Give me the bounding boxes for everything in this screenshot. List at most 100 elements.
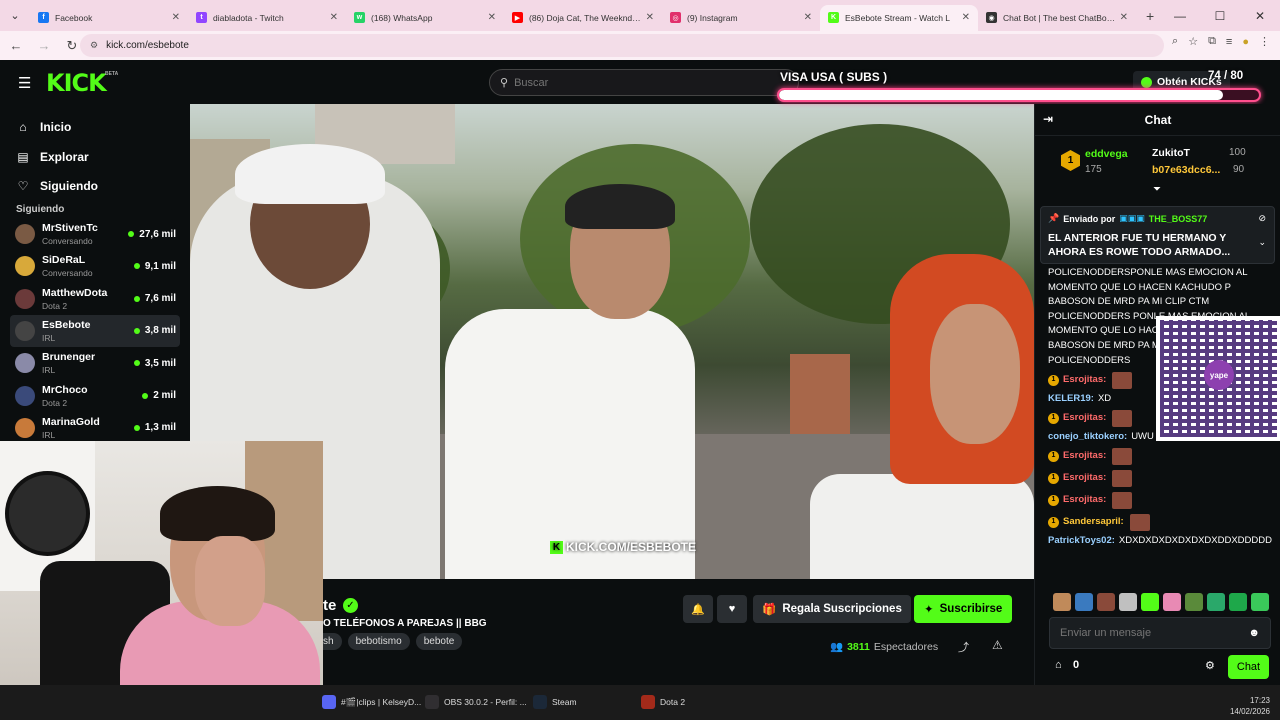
tab-close-icon[interactable]: ✕ — [330, 12, 338, 23]
followed-channel[interactable]: MrChoco Dota 2 2 mil — [10, 380, 180, 412]
followed-channel[interactable]: MrStivenTc Conversando 27,6 mil — [10, 218, 180, 250]
leader-second-name[interactable]: ZukitoT — [1152, 147, 1190, 159]
taskbar-app[interactable]: #🎬|clips | KelseyD... — [322, 695, 421, 709]
system-clock[interactable]: 17:23 14/02/2026 — [1230, 695, 1270, 717]
emote-icon[interactable] — [1119, 593, 1137, 611]
gift-subs-label: Regala Suscripciones — [782, 603, 902, 615]
store-icon[interactable]: ⌂ — [1055, 659, 1062, 671]
tab-close-icon[interactable]: ✕ — [962, 12, 970, 23]
maximize-icon[interactable]: ☐ — [1200, 9, 1240, 23]
new-tab-button[interactable]: + — [1146, 8, 1154, 24]
share-icon[interactable]: ⤴ — [958, 639, 969, 655]
taskbar-app[interactable]: OBS 30.0.2 - Perfil: ... — [425, 695, 527, 709]
address-bar-row: ← → ↻ ⚙ kick.com/esbebote ⌕ ☆ ⧉ ≡ ● ⋮ — [0, 31, 1280, 60]
leader-third-name[interactable]: b07e63dcc6... — [1152, 164, 1220, 176]
emote-icon[interactable] — [1207, 593, 1225, 611]
tab-close-icon[interactable]: ✕ — [646, 12, 654, 23]
chat-header: ⇥ Chat — [1035, 104, 1280, 136]
search-box[interactable]: ⚲ — [489, 69, 799, 96]
browser-menu-icon[interactable]: ⋮ — [1259, 35, 1270, 48]
emote-icon[interactable] — [1185, 593, 1203, 611]
chat-username[interactable]: KELER19: — [1048, 392, 1094, 407]
close-window-icon[interactable]: ✕ — [1240, 9, 1280, 23]
channel-viewers: 1,3 mil — [133, 422, 176, 433]
gift-subs-button[interactable]: 🎁 Regala Suscripciones — [753, 595, 911, 623]
zoom-icon[interactable]: ⌕ — [1172, 35, 1178, 48]
chat-username[interactable]: Esrojitas: — [1063, 449, 1106, 464]
follow-heart-button[interactable]: ♥ — [717, 595, 747, 623]
emote-icon[interactable] — [1141, 593, 1159, 611]
report-icon[interactable]: ⚠ — [992, 638, 1003, 652]
browser-tab[interactable]: f Facebook ✕ — [30, 5, 188, 31]
chat-input-box[interactable]: ☻ — [1049, 617, 1271, 649]
reading-list-icon[interactable]: ≡ — [1226, 36, 1232, 48]
browser-tab[interactable]: w (168) WhatsApp ✕ — [346, 5, 504, 31]
forward-icon[interactable]: → — [32, 38, 56, 53]
tab-favicon-icon: t — [196, 12, 207, 23]
chat-username[interactable]: Esrojitas: — [1063, 493, 1106, 508]
emote-icon[interactable] — [1053, 593, 1071, 611]
followed-channel[interactable]: MatthewDota Dota 2 7,6 mil — [10, 283, 180, 315]
site-info-icon[interactable]: ⚙ — [90, 40, 98, 51]
unpin-icon[interactable]: ⊘ — [1258, 213, 1266, 224]
chat-message-input[interactable] — [1060, 627, 1249, 639]
expand-leaderboard-icon[interactable]: ⏷ — [1153, 184, 1161, 195]
streamer-name[interactable]: te — [323, 597, 336, 614]
emoji-picker-icon[interactable]: ☻ — [1248, 627, 1260, 639]
expand-pinned-icon[interactable]: ⌄ — [1258, 237, 1266, 248]
profile-icon[interactable]: ● — [1242, 36, 1249, 48]
emote-icon[interactable] — [1163, 593, 1181, 611]
emote-icon[interactable] — [1251, 593, 1269, 611]
chat-settings-icon[interactable]: ⚙ — [1205, 659, 1215, 672]
clock-date: 14/02/2026 — [1229, 707, 1270, 716]
chat-username[interactable]: PatrickToys02: — [1048, 534, 1115, 549]
leader-first-name[interactable]: eddvega — [1085, 148, 1128, 160]
chat-username[interactable]: Sandersapril: — [1063, 515, 1124, 530]
taskbar-app[interactable]: Steam — [533, 695, 577, 709]
browser-tab[interactable]: ◉ Chat Bot | The best ChatBot an ✕ — [978, 5, 1136, 31]
browser-tab[interactable]: K EsBebote Stream - Watch L ✕ — [820, 4, 978, 31]
emote-icon[interactable] — [1075, 593, 1093, 611]
followed-channel[interactable]: SiDeRaL Conversando 9,1 mil — [10, 250, 180, 282]
browser-tab-bar: ⌄ f Facebook ✕ t diabladota - Twitch ✕ w (168) … — [0, 0, 1280, 31]
menu-icon[interactable]: ☰ — [18, 74, 31, 92]
nav-home[interactable]: ⌂ Inicio — [16, 120, 71, 134]
chat-username[interactable]: Esrojitas: — [1063, 373, 1106, 388]
nav-following[interactable]: ♡ Siguiendo — [16, 179, 98, 193]
kick-logo[interactable]: KICK — [46, 69, 107, 97]
tab-close-icon[interactable]: ✕ — [804, 12, 812, 23]
tab-close-icon[interactable]: ✕ — [488, 12, 496, 23]
tab-search-icon[interactable]: ⌄ — [0, 0, 30, 31]
browser-tab[interactable]: t diabladota - Twitch ✕ — [188, 5, 346, 31]
emote-icon[interactable] — [1097, 593, 1115, 611]
search-input[interactable] — [514, 76, 765, 89]
send-chat-button[interactable]: Chat — [1228, 655, 1269, 679]
url-field[interactable]: ⚙ kick.com/esbebote — [80, 34, 1164, 57]
browser-tab[interactable]: ▶ (86) Doja Cat, The Weeknd - Yo ✕ — [504, 5, 662, 31]
tab-close-icon[interactable]: ✕ — [1120, 12, 1128, 23]
stream-tag[interactable]: bebote — [415, 633, 463, 650]
followed-channel[interactable]: EsBebote IRL 3,8 mil — [10, 314, 180, 347]
tab-close-icon[interactable]: ✕ — [172, 12, 180, 23]
chat-username[interactable]: Esrojitas: — [1063, 471, 1106, 486]
taskbar-app[interactable]: Dota 2 — [641, 695, 685, 709]
sub-badge-icon: 1 — [1048, 472, 1059, 484]
subscribe-button[interactable]: ✦ Suscribirse — [914, 595, 1013, 623]
extensions-icon[interactable]: ⧉ — [1208, 35, 1216, 48]
followed-channel[interactable]: Brunenger IRL 3,5 mil — [10, 347, 180, 379]
minimize-icon[interactable]: — — [1160, 9, 1200, 23]
channel-viewers-count: 3,8 mil — [144, 325, 176, 337]
rank-one-badge: 1 — [1061, 150, 1080, 171]
browser-tab[interactable]: ◎ (9) Instagram ✕ — [662, 5, 820, 31]
pinned-user[interactable]: THE_BOSS77 — [1149, 214, 1208, 224]
stream-tag[interactable]: bebotismo — [347, 633, 410, 650]
collapse-chat-icon[interactable]: ⇥ — [1043, 112, 1053, 126]
back-icon[interactable]: ← — [4, 38, 28, 53]
chat-username[interactable]: Esrojitas: — [1063, 411, 1106, 426]
nav-explore[interactable]: ▤ Explorar — [16, 150, 88, 164]
notification-bell-button[interactable]: 🔔 — [683, 595, 713, 623]
emote-icon[interactable] — [1229, 593, 1247, 611]
followed-channel[interactable]: MarinaGold IRL 1,3 mil — [10, 412, 180, 444]
bookmark-star-icon[interactable]: ☆ — [1188, 35, 1198, 48]
chat-username[interactable]: conejo_tiktokero: — [1048, 430, 1127, 445]
